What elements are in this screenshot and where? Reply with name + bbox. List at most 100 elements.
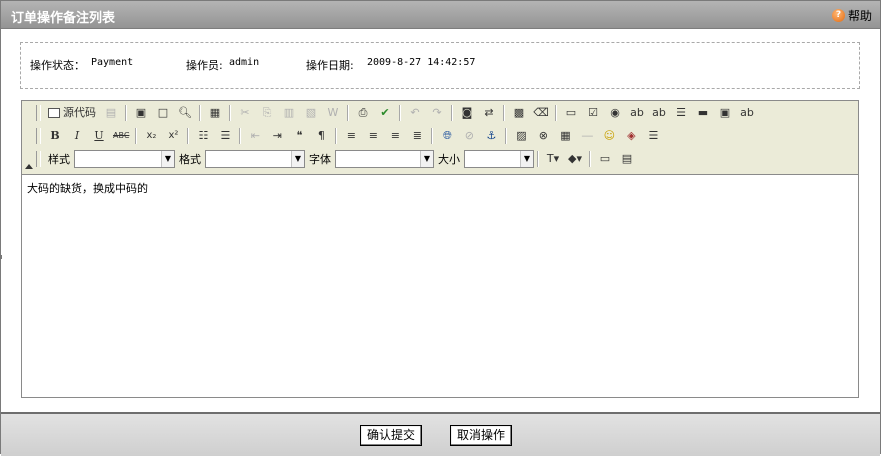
background-color-icon[interactable]: ◆▾ (566, 151, 584, 167)
window-title: 订单操作备注列表 (11, 11, 116, 26)
underline-icon[interactable]: U (90, 128, 108, 144)
blockquote-icon[interactable]: ❝ (290, 128, 308, 144)
editor-content[interactable]: 大码的缺货，换成中码的 (27, 180, 148, 196)
special-char-icon[interactable]: ◈ (622, 128, 640, 144)
align-center-icon[interactable]: ≡ (364, 128, 382, 144)
smiley-icon[interactable]: ☺ (600, 128, 618, 144)
spellcheck-icon[interactable]: ✔ (376, 105, 394, 121)
toolbar-row-3: 样式 ▼ 格式 ▼ 字体 ▼ 大小 ▼ T▾ ◆▾ ▭ ▤ (36, 149, 638, 169)
toolbar-separator (399, 105, 401, 121)
toolbar-separator (451, 105, 453, 121)
source-button[interactable]: 源代码 (46, 105, 98, 121)
style-select[interactable]: ▼ (74, 150, 175, 168)
radio-icon[interactable]: ◉ (606, 105, 624, 121)
numbered-list-icon[interactable]: ☷ (194, 128, 212, 144)
toolbar-row-2: B I U ABC x₂ x² ☷ ☰ ⇤ ⇥ ❝ ¶ ≡ ≡ ≡ ≣ 🌐︎ ⊘… (36, 126, 664, 146)
help-icon: ? (831, 9, 845, 22)
toolbar-grip[interactable] (36, 151, 41, 167)
size-label: 大小 (438, 153, 460, 166)
unlink-icon[interactable]: ⊘ (460, 128, 478, 144)
link-icon[interactable]: 🌐︎ (438, 128, 456, 144)
table-icon[interactable]: ▦ (556, 128, 574, 144)
format-select[interactable]: ▼ (205, 150, 305, 168)
size-select[interactable]: ▼ (464, 150, 534, 168)
date-value: 2009-8-27 14:42:57 (367, 57, 476, 68)
redo-icon[interactable]: ↷ (428, 105, 446, 121)
bulleted-list-icon[interactable]: ☰ (216, 128, 234, 144)
subscript-icon[interactable]: x₂ (142, 128, 160, 144)
source-icon (48, 108, 60, 118)
image-button-icon[interactable]: ▣ (716, 105, 734, 121)
toolbar-grip[interactable] (36, 105, 41, 121)
show-blocks-icon[interactable]: ▤ (618, 151, 636, 167)
select-field-icon[interactable]: ☰ (672, 105, 690, 121)
anchor-icon[interactable]: ⚓ (482, 128, 500, 144)
toolbar-grip[interactable] (36, 128, 41, 144)
toolbar-separator (239, 128, 242, 144)
chevron-down-icon: ▼ (161, 151, 174, 167)
bold-icon[interactable]: B (46, 128, 64, 144)
toolbar-separator (537, 151, 539, 167)
editor-toolbar: 源代码 ▤ ▣ □ 🔍︎ ▦ ✂ ⎘ ▥ ▧ W ⎙ ✔ ↶ ↷ ◙ ⇄ ▩ ⌫… (22, 101, 858, 175)
outdent-icon[interactable]: ⇤ (246, 128, 264, 144)
remove-format-icon[interactable]: ⌫ (532, 105, 550, 121)
cancel-operation-button[interactable]: 取消操作 (450, 425, 513, 446)
align-left-icon[interactable]: ≡ (342, 128, 360, 144)
confirm-submit-button[interactable]: 确认提交 (360, 425, 423, 446)
paste-word-icon[interactable]: W (324, 105, 342, 121)
italic-icon[interactable]: I (68, 128, 86, 144)
chevron-down-icon: ▼ (291, 151, 304, 167)
create-div-icon[interactable]: ¶ (312, 128, 330, 144)
copy-icon[interactable]: ⎘ (258, 105, 276, 121)
text-color-icon[interactable]: T▾ (544, 151, 562, 167)
toolbar-separator (199, 105, 201, 121)
collapse-toolbar-icon[interactable] (25, 164, 33, 169)
superscript-icon[interactable]: x² (164, 128, 182, 144)
horizontal-rule-icon[interactable]: ― (578, 128, 596, 144)
paste-icon[interactable]: ▥ (280, 105, 298, 121)
new-page-icon[interactable]: □ (154, 105, 172, 121)
toolbar-separator (335, 128, 338, 144)
paste-text-icon[interactable]: ▧ (302, 105, 320, 121)
toolbar-row-1: 源代码 ▤ ▣ □ 🔍︎ ▦ ✂ ⎘ ▥ ▧ W ⎙ ✔ ↶ ↷ ◙ ⇄ ▩ ⌫… (36, 103, 758, 123)
toolbar-separator (135, 128, 138, 144)
help-label: 帮助 (847, 9, 872, 23)
title-bar: 订单操作备注列表 ? 帮助 (1, 1, 880, 29)
toolbar-separator (589, 151, 591, 167)
hidden-field-icon[interactable]: ab (738, 105, 756, 121)
date-label: 操作日期: (306, 59, 354, 72)
maximize-icon[interactable]: ▭ (596, 151, 614, 167)
operator-value: admin (229, 57, 260, 68)
operation-info-panel: 操作状态： Payment 操作员: admin 操作日期: 2009-8-27… (20, 42, 860, 89)
templates-icon[interactable]: ▦ (206, 105, 224, 121)
button-field-icon[interactable]: ▬ (694, 105, 712, 121)
form-icon[interactable]: ▭ (562, 105, 580, 121)
style-label: 样式 (48, 153, 70, 166)
textfield-icon[interactable]: ab (628, 105, 646, 121)
flash-icon[interactable]: ⊗ (534, 128, 552, 144)
preview-icon[interactable]: 🔍︎ (176, 105, 194, 121)
textarea-icon[interactable]: ab (650, 105, 668, 121)
align-justify-icon[interactable]: ≣ (408, 128, 426, 144)
help-link[interactable]: ? 帮助 (831, 7, 872, 24)
footer-bar: 确认提交 取消操作 (1, 412, 880, 456)
rich-text-editor: 源代码 ▤ ▣ □ 🔍︎ ▦ ✂ ⎘ ▥ ▧ W ⎙ ✔ ↶ ↷ ◙ ⇄ ▩ ⌫… (21, 100, 859, 398)
source-label: 源代码 (63, 106, 96, 119)
page-break-icon[interactable]: ☰ (644, 128, 662, 144)
document-properties-icon[interactable]: ▤ (102, 105, 120, 121)
edge-marker (0, 255, 2, 259)
image-icon[interactable]: ▨ (512, 128, 530, 144)
replace-icon[interactable]: ⇄ (480, 105, 498, 121)
font-select[interactable]: ▼ (335, 150, 434, 168)
select-all-icon[interactable]: ▩ (510, 105, 528, 121)
print-icon[interactable]: ⎙ (354, 105, 372, 121)
save-icon[interactable]: ▣ (132, 105, 150, 121)
font-label: 字体 (309, 153, 331, 166)
align-right-icon[interactable]: ≡ (386, 128, 404, 144)
undo-icon[interactable]: ↶ (406, 105, 424, 121)
indent-icon[interactable]: ⇥ (268, 128, 286, 144)
checkbox-icon[interactable]: ☑ (584, 105, 602, 121)
find-icon[interactable]: ◙ (458, 105, 476, 121)
cut-icon[interactable]: ✂ (236, 105, 254, 121)
strikethrough-icon[interactable]: ABC (112, 128, 130, 144)
